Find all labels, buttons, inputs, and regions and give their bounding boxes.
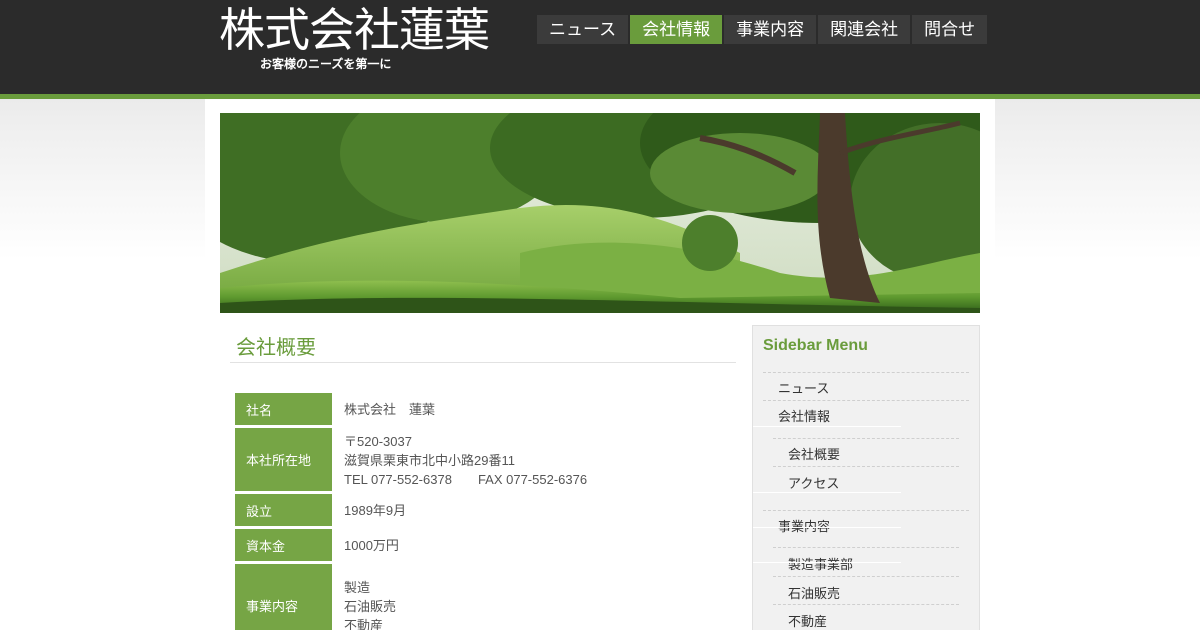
sidebar-divider bbox=[763, 400, 969, 401]
row-label-business: 事業内容 bbox=[235, 564, 332, 630]
sidebar-item-manufacturing[interactable]: 製造事業部 bbox=[788, 554, 853, 573]
nav-item-affiliates[interactable]: 関連会社 bbox=[818, 15, 911, 44]
phone-number: TEL 077-552-6378 bbox=[344, 471, 452, 487]
row-label-capital: 資本金 bbox=[235, 529, 332, 562]
row-value-business: 製造 石油販売 不動産 bbox=[332, 564, 735, 630]
sidebar-divider bbox=[773, 438, 959, 439]
sidebar-divider bbox=[753, 426, 901, 427]
postal-code: 〒520-3037 bbox=[344, 433, 412, 449]
business-line: 不動産 bbox=[344, 617, 384, 630]
nav-item-company[interactable]: 会社情報 bbox=[630, 15, 723, 44]
sidebar-divider bbox=[773, 576, 959, 577]
sidebar: Sidebar Menu ニュース 会社情報 会社概要 アクセス 事業内容 製造… bbox=[752, 325, 980, 630]
sidebar-item-real-estate[interactable]: 不動産 bbox=[788, 611, 827, 630]
table-row: 事業内容 製造 石油販売 不動産 bbox=[235, 564, 735, 630]
sidebar-divider bbox=[763, 510, 969, 511]
hero-landscape bbox=[220, 113, 980, 313]
sidebar-divider bbox=[763, 372, 969, 373]
sidebar-divider bbox=[773, 466, 959, 467]
sidebar-divider bbox=[773, 547, 959, 548]
hero-image bbox=[220, 113, 980, 313]
sidebar-item-overview[interactable]: 会社概要 bbox=[788, 444, 840, 463]
header-bar: 株式会社蓮葉 お客様のニーズを第一に ニュース 会社情報 事業内容 関連会社 問… bbox=[0, 0, 1200, 94]
sidebar-divider bbox=[753, 527, 901, 528]
nav-item-contact[interactable]: 問合せ bbox=[912, 15, 988, 44]
business-line: 石油販売 bbox=[344, 598, 397, 614]
nav-item-business[interactable]: 事業内容 bbox=[724, 15, 817, 44]
company-info-table: 社名 株式会社 蓮葉 本社所在地 〒520-3037 滋賀県栗東市北中小路29番… bbox=[235, 391, 735, 630]
business-line: 製造 bbox=[344, 579, 371, 595]
sidebar-title: Sidebar Menu bbox=[763, 337, 868, 354]
table-row: 社名 株式会社 蓮葉 bbox=[235, 393, 735, 426]
nav-item-news[interactable]: ニュース bbox=[537, 15, 629, 44]
sidebar-item-oil-sales[interactable]: 石油販売 bbox=[788, 583, 840, 602]
sidebar-item-access[interactable]: アクセス bbox=[788, 473, 839, 492]
row-label-established: 設立 bbox=[235, 494, 332, 527]
row-label-head-office: 本社所在地 bbox=[235, 428, 332, 492]
table-row: 本社所在地 〒520-3037 滋賀県栗東市北中小路29番11 TEL 077-… bbox=[235, 428, 735, 492]
sidebar-item-business[interactable]: 事業内容 bbox=[778, 516, 830, 535]
row-label-company-name: 社名 bbox=[235, 393, 332, 426]
row-value-company-name: 株式会社 蓮葉 bbox=[344, 402, 436, 417]
fax-number: FAX 077-552-6376 bbox=[477, 471, 588, 487]
page-title: 会社概要 bbox=[230, 336, 736, 363]
table-row: 設立 1989年9月 bbox=[235, 494, 735, 527]
site-tagline: お客様のニーズを第一に bbox=[260, 57, 392, 71]
main-nav: ニュース 会社情報 事業内容 関連会社 問合せ bbox=[537, 15, 989, 44]
sidebar-divider bbox=[753, 562, 901, 563]
phone-fax-line: TEL 077-552-6378 FAX 077-552-6376 bbox=[344, 470, 723, 489]
address: 滋賀県栗東市北中小路29番11 bbox=[344, 452, 515, 468]
table-row: 資本金 1000万円 bbox=[235, 529, 735, 562]
sidebar-divider bbox=[753, 492, 901, 493]
row-value-capital: 1000万円 bbox=[344, 538, 399, 553]
sidebar-divider bbox=[773, 604, 959, 605]
sidebar-item-company[interactable]: 会社情報 bbox=[778, 406, 830, 425]
row-value-head-office: 〒520-3037 滋賀県栗東市北中小路29番11 TEL 077-552-63… bbox=[332, 428, 735, 492]
site-title[interactable]: 株式会社蓮葉 bbox=[219, 4, 490, 56]
row-value-established: 1989年9月 bbox=[344, 503, 407, 518]
sidebar-item-news[interactable]: ニュース bbox=[778, 378, 829, 397]
